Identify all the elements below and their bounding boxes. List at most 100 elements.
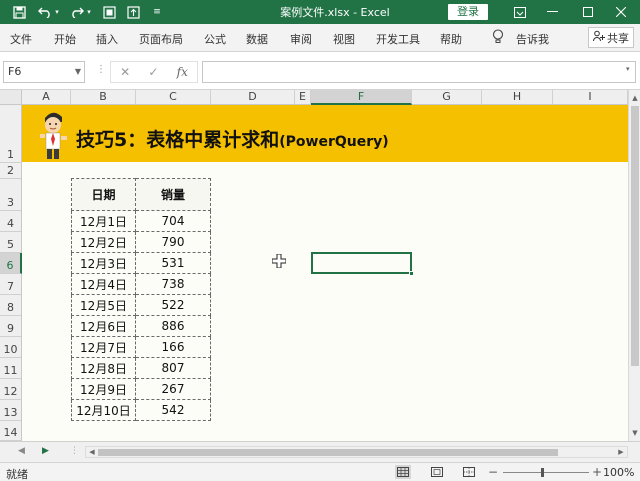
row-header-14[interactable]: 14	[0, 421, 22, 441]
page-break-view-icon[interactable]	[461, 465, 477, 479]
date-cell[interactable]: 12月9日	[71, 378, 136, 400]
prev-sheet-icon[interactable]: ◀	[18, 446, 25, 456]
sales-cell[interactable]: 790	[135, 231, 211, 253]
date-cell[interactable]: 12月8日	[71, 357, 136, 379]
row-header-9[interactable]: 9	[0, 316, 22, 337]
cartoon-mascot-icon	[36, 108, 70, 162]
date-cell[interactable]: 12月5日	[71, 294, 136, 316]
column-header-e[interactable]: E	[295, 90, 311, 105]
column-header-b[interactable]: B	[71, 90, 136, 105]
column-header-c[interactable]: C	[136, 90, 211, 105]
share-button[interactable]: 共享	[588, 27, 634, 48]
zoom-out-icon[interactable]: −	[488, 465, 498, 479]
tab-data[interactable]: 数据	[246, 31, 268, 47]
sales-cell[interactable]: 267	[135, 378, 211, 400]
enter-icon[interactable]: ✓	[148, 65, 158, 79]
tab-help[interactable]: 帮助	[440, 31, 462, 47]
tab-view[interactable]: 视图	[333, 31, 355, 47]
selected-cell-f6[interactable]	[311, 252, 414, 276]
zoom-in-icon[interactable]: +	[592, 465, 602, 479]
page-layout-view-icon[interactable]	[429, 465, 445, 479]
tab-split-icon[interactable]: ⋮	[70, 446, 79, 456]
sales-cell[interactable]: 886	[135, 315, 211, 337]
column-header-i[interactable]: I	[553, 90, 628, 105]
date-cell[interactable]: 12月1日	[71, 210, 136, 232]
table-row: 12月6日 886	[71, 315, 211, 337]
sales-cell[interactable]: 704	[135, 210, 211, 232]
normal-view-icon[interactable]	[395, 465, 411, 479]
minimize-icon[interactable]	[537, 0, 567, 24]
vertical-scroll-thumb[interactable]	[631, 106, 639, 366]
next-sheet-icon[interactable]: ▶	[42, 446, 49, 456]
tab-developer[interactable]: 开发工具	[376, 31, 420, 47]
column-header-a[interactable]: A	[22, 90, 71, 105]
insert-function-icon[interactable]: fx	[177, 65, 188, 79]
formula-input[interactable]	[202, 61, 636, 83]
sales-cell[interactable]: 807	[135, 357, 211, 379]
tab-formulas[interactable]: 公式	[204, 31, 226, 47]
horizontal-scroll-thumb[interactable]	[98, 449, 558, 456]
fullscreen-icon[interactable]	[124, 3, 142, 21]
row-header-7[interactable]: 7	[0, 274, 22, 295]
scroll-left-icon[interactable]: ◀	[86, 447, 98, 457]
sales-cell[interactable]: 542	[135, 399, 211, 421]
lightbulb-icon	[492, 29, 504, 47]
redo-dropdown-icon[interactable]: ▾	[84, 3, 94, 21]
cancel-icon[interactable]: ✕	[120, 65, 130, 79]
scroll-right-icon[interactable]: ▶	[615, 447, 627, 457]
tell-me-search[interactable]: 告诉我	[516, 31, 549, 47]
tab-insert[interactable]: 插入	[96, 31, 118, 47]
name-box[interactable]: F6 ▼	[3, 61, 85, 83]
row-header-4[interactable]: 4	[0, 211, 22, 232]
date-cell[interactable]: 12月6日	[71, 315, 136, 337]
scroll-down-icon[interactable]: ▼	[629, 427, 640, 439]
tab-page-layout[interactable]: 页面布局	[139, 31, 183, 47]
undo-dropdown-icon[interactable]: ▾	[52, 3, 62, 21]
row-header-3[interactable]: 3	[0, 179, 22, 211]
scroll-up-icon[interactable]: ▲	[629, 92, 640, 104]
row-header-1[interactable]: 1	[0, 105, 22, 163]
tab-home[interactable]: 开始	[54, 31, 76, 47]
row-header-6[interactable]: 6	[0, 253, 22, 274]
column-header-f[interactable]: F	[311, 90, 412, 105]
header-date[interactable]: 日期	[71, 178, 136, 211]
date-cell[interactable]: 12月4日	[71, 273, 136, 295]
zoom-level[interactable]: 100%	[603, 466, 634, 479]
tab-file[interactable]: 文件	[10, 31, 32, 47]
fill-handle[interactable]	[409, 271, 414, 276]
zoom-slider-handle[interactable]	[541, 468, 544, 477]
zoom-slider[interactable]	[503, 472, 589, 473]
row-header-11[interactable]: 11	[0, 358, 22, 379]
date-cell[interactable]: 12月10日	[71, 399, 136, 421]
ribbon-display-icon[interactable]	[505, 0, 535, 24]
header-sales[interactable]: 销量	[135, 178, 211, 211]
save-icon[interactable]	[10, 3, 28, 21]
sales-cell[interactable]: 522	[135, 294, 211, 316]
horizontal-scrollbar[interactable]: ◀ ▶	[85, 446, 628, 458]
screenshot-icon[interactable]	[100, 3, 118, 21]
date-cell[interactable]: 12月2日	[71, 231, 136, 253]
maximize-icon[interactable]	[573, 0, 603, 24]
date-cell[interactable]: 12月7日	[71, 336, 136, 358]
column-header-h[interactable]: H	[482, 90, 553, 105]
row-header-5[interactable]: 5	[0, 232, 22, 253]
column-header-g[interactable]: G	[412, 90, 482, 105]
date-cell[interactable]: 12月3日	[71, 252, 136, 274]
chevron-down-icon[interactable]: ▼	[75, 62, 81, 82]
row-header-8[interactable]: 8	[0, 295, 22, 316]
customize-icon[interactable]: ≡	[148, 3, 166, 21]
row-header-13[interactable]: 13	[0, 400, 22, 421]
column-header-d[interactable]: D	[211, 90, 295, 105]
row-header-10[interactable]: 10	[0, 337, 22, 358]
vertical-scrollbar[interactable]: ▲ ▼	[628, 90, 640, 441]
row-header-2[interactable]: 2	[0, 163, 22, 179]
sales-cell[interactable]: 166	[135, 336, 211, 358]
login-button[interactable]: 登录	[448, 4, 488, 20]
tab-review[interactable]: 审阅	[290, 31, 312, 47]
sales-cell[interactable]: 531	[135, 252, 211, 274]
sales-cell[interactable]: 738	[135, 273, 211, 295]
row-header-12[interactable]: 12	[0, 379, 22, 400]
select-all-corner[interactable]	[0, 90, 22, 105]
expand-formula-icon[interactable]: ▾	[626, 65, 630, 73]
close-icon[interactable]	[606, 0, 636, 24]
